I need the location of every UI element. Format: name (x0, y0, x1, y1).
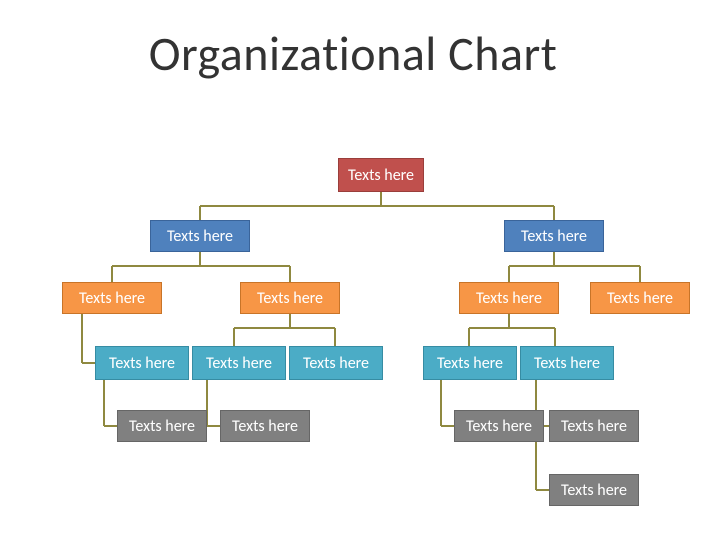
node-l5e: Texts here (549, 474, 639, 506)
node-l4d: Texts here (423, 346, 517, 380)
node-l5b: Texts here (220, 410, 310, 442)
node-l3c: Texts here (459, 282, 559, 314)
node-l4b: Texts here (192, 346, 286, 380)
node-l2b: Texts here (504, 220, 604, 252)
node-l3d: Texts here (590, 282, 690, 314)
org-chart: Texts here Texts here Texts here Texts h… (0, 24, 706, 550)
node-l3a: Texts here (62, 282, 162, 314)
node-l5a: Texts here (117, 410, 207, 442)
node-l4c: Texts here (289, 346, 383, 380)
node-l3b: Texts here (240, 282, 340, 314)
node-l4e: Texts here (520, 346, 614, 380)
node-l5d: Texts here (549, 410, 639, 442)
node-l2a: Texts here (150, 220, 250, 252)
node-l4a: Texts here (95, 346, 189, 380)
node-l5c: Texts here (454, 410, 544, 442)
node-root: Texts here (338, 158, 424, 192)
